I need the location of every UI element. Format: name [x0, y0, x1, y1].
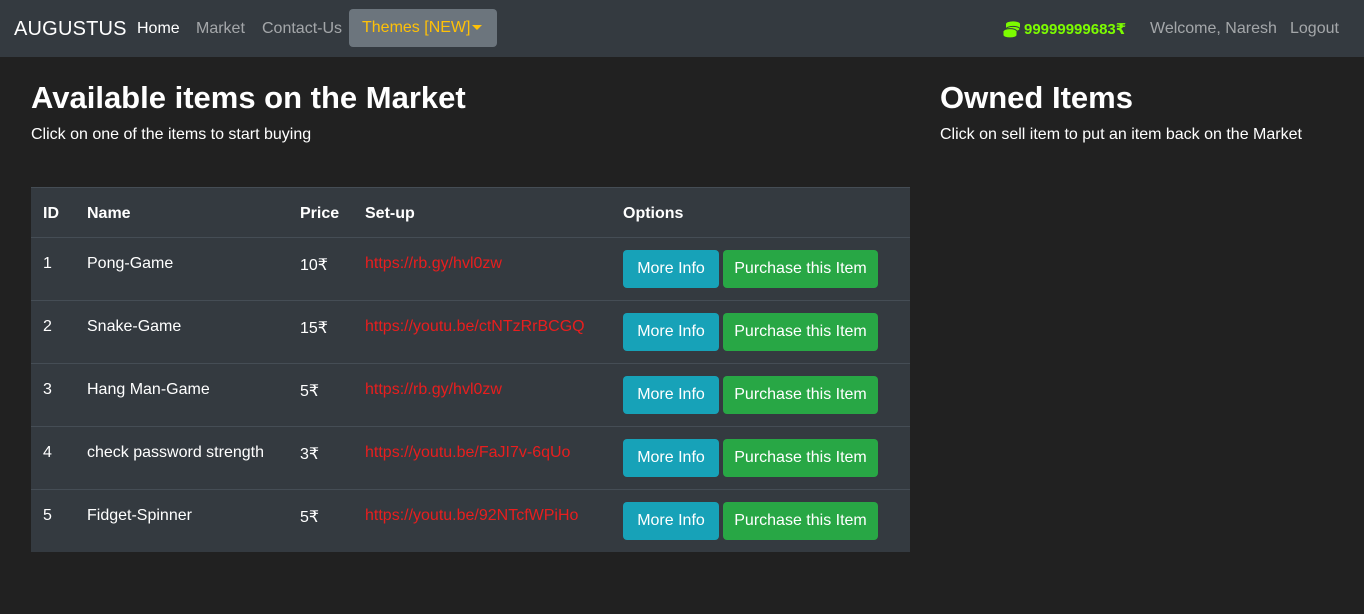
- brand-logo[interactable]: AUGUSTUS: [14, 18, 127, 41]
- more-info-button[interactable]: More Info: [623, 250, 719, 288]
- more-info-button[interactable]: More Info: [623, 376, 719, 414]
- item-setup-link[interactable]: https://youtu.be/FaJI7v-6qUo: [365, 444, 570, 462]
- purchase-button[interactable]: Purchase this Item: [723, 376, 878, 414]
- budget-display: 99999999683₹: [1003, 20, 1126, 38]
- themes-dropdown[interactable]: Themes [NEW]: [349, 9, 497, 47]
- more-info-button[interactable]: More Info: [623, 313, 719, 351]
- item-name: check password strength: [87, 444, 264, 461]
- caret-down-icon: [472, 25, 482, 30]
- market-subtitle: Click on one of the items to start buyin…: [31, 126, 312, 143]
- navbar: AUGUSTUS Home Market Contact-Us Themes […: [0, 0, 1364, 57]
- item-id: 2: [43, 318, 52, 335]
- item-id: 5: [43, 507, 52, 524]
- nav-link-market[interactable]: Market: [196, 20, 245, 38]
- item-price: 5₹: [300, 509, 320, 526]
- coins-icon: [1003, 20, 1021, 37]
- column-header-options: Options: [623, 205, 684, 222]
- themes-dropdown-label: Themes [NEW]: [362, 19, 471, 36]
- column-header-name: Name: [87, 205, 131, 222]
- item-setup-link[interactable]: https://rb.gy/hvl0zw: [365, 381, 502, 399]
- table-row: 3 Hang Man-Game 5₹ https://rb.gy/hvl0zw …: [31, 363, 910, 426]
- table-row: 2 Snake-Game 15₹ https://youtu.be/ctNTzR…: [31, 300, 910, 363]
- owned-title: Owned Items: [940, 80, 1133, 115]
- item-price: 3₹: [300, 446, 320, 463]
- item-setup-link[interactable]: https://youtu.be/92NTcfWPiHo: [365, 507, 578, 525]
- nav-link-home[interactable]: Home: [137, 20, 180, 38]
- table-row: 4 check password strength 3₹ https://you…: [31, 426, 910, 489]
- purchase-button[interactable]: Purchase this Item: [723, 313, 878, 351]
- purchase-button[interactable]: Purchase this Item: [723, 439, 878, 477]
- purchase-button[interactable]: Purchase this Item: [723, 502, 878, 540]
- item-id: 1: [43, 255, 52, 272]
- item-id: 3: [43, 381, 52, 398]
- more-info-button[interactable]: More Info: [623, 502, 719, 540]
- column-header-setup: Set-up: [365, 205, 415, 222]
- purchase-button[interactable]: Purchase this Item: [723, 250, 878, 288]
- item-price: 5₹: [300, 383, 320, 400]
- welcome-link[interactable]: Welcome, Naresh: [1150, 20, 1277, 38]
- item-name: Fidget-Spinner: [87, 507, 192, 524]
- item-name: Snake-Game: [87, 318, 182, 335]
- column-header-id: ID: [43, 205, 59, 222]
- item-price: 15₹: [300, 320, 328, 337]
- owned-subtitle: Click on sell item to put an item back o…: [940, 126, 1302, 143]
- item-name: Pong-Game: [87, 255, 174, 272]
- column-header-price: Price: [300, 205, 340, 222]
- table-row: 1 Pong-Game 10₹ https://rb.gy/hvl0zw Mor…: [31, 237, 910, 300]
- item-setup-link[interactable]: https://rb.gy/hvl0zw: [365, 255, 502, 273]
- market-title: Available items on the Market: [31, 80, 466, 115]
- budget-amount: 99999999683₹: [1024, 21, 1127, 38]
- table-row: 5 Fidget-Spinner 5₹ https://youtu.be/92N…: [31, 489, 910, 552]
- item-setup-link[interactable]: https://youtu.be/ctNTzRrBCGQ: [365, 318, 585, 336]
- logout-link[interactable]: Logout: [1290, 20, 1339, 38]
- more-info-button[interactable]: More Info: [623, 439, 719, 477]
- nav-link-contact[interactable]: Contact-Us: [262, 20, 342, 38]
- item-name: Hang Man-Game: [87, 381, 210, 398]
- item-price: 10₹: [300, 257, 328, 274]
- item-id: 4: [43, 444, 52, 461]
- market-table: ID Name Price Set-up Options 1 Pong-Game…: [31, 187, 910, 552]
